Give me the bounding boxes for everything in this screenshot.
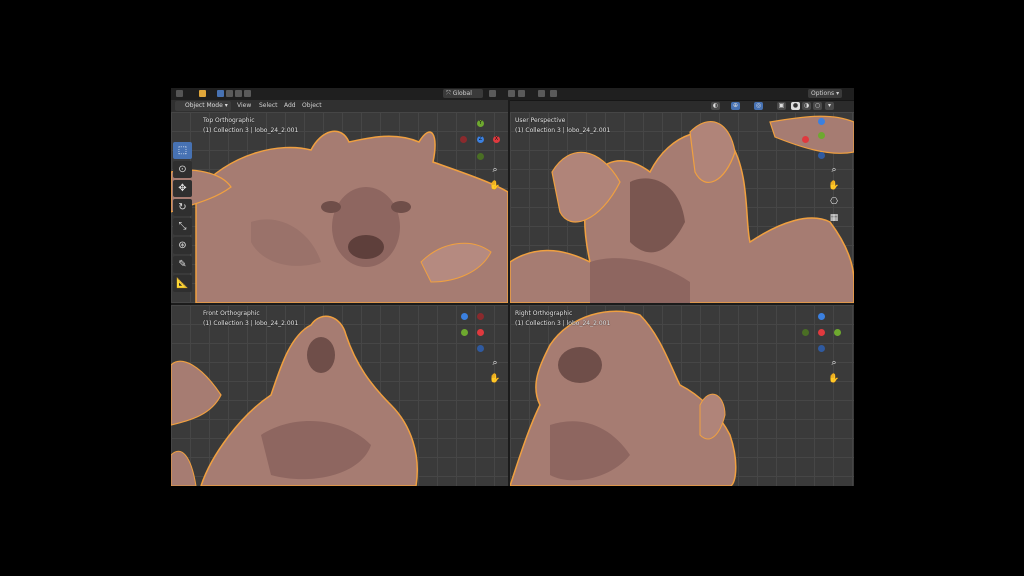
- transform-orientation-dropdown[interactable]: ⤧ Global: [443, 89, 483, 98]
- gizmo-neg-z-axis[interactable]: [818, 345, 825, 352]
- scale-icon[interactable]: ⤡: [173, 218, 192, 235]
- measure-icon[interactable]: 📐: [173, 275, 192, 292]
- gizmo-neg-x-axis[interactable]: [477, 313, 484, 320]
- zoom-icon[interactable]: ⌕: [489, 164, 501, 176]
- viewport-user-perspective[interactable]: User Perspective (1) Collection 3 | lobo…: [510, 112, 854, 303]
- viewport-view-label: Front Orthographic: [203, 310, 260, 317]
- gizmo-x-axis[interactable]: [818, 329, 825, 336]
- viewport-collection-label: (1) Collection 3 | lobo_24_2.001: [203, 320, 299, 327]
- viewport-right-orthographic[interactable]: Right Orthographic (1) Collection 3 | lo…: [510, 305, 854, 486]
- tool-shelf: ⬚ ⊙ ✥ ↻ ⤡ ⊛ ✎ 📐: [173, 142, 194, 294]
- gizmo-neg-x-axis[interactable]: [460, 136, 467, 143]
- viewport-top-orthographic[interactable]: Top Orthographic (1) Collection 3 | lobo…: [171, 112, 508, 303]
- visibility-icon[interactable]: ◐: [711, 102, 720, 110]
- solid-shading-icon[interactable]: ●: [791, 102, 800, 110]
- grid-icon[interactable]: ▦: [828, 212, 840, 224]
- invert-selection-icon[interactable]: [244, 90, 251, 97]
- proportional-edit-icon[interactable]: [538, 90, 545, 97]
- gizmo-x-axis[interactable]: [802, 136, 809, 143]
- viewport-view-label: Top Orthographic: [203, 117, 255, 124]
- gizmo-neg-z-axis[interactable]: [477, 345, 484, 352]
- zoom-icon[interactable]: ⌕: [828, 357, 840, 369]
- rotate-icon[interactable]: ↻: [173, 199, 192, 216]
- editor-type-icon[interactable]: [176, 90, 183, 97]
- pan-hand-icon[interactable]: ✋: [489, 180, 501, 192]
- viewport-collection-label: (1) Collection 3 | lobo_24_2.001: [203, 127, 299, 134]
- annotate-icon[interactable]: ✎: [173, 256, 192, 273]
- falloff-icon[interactable]: [550, 90, 557, 97]
- snap-target-icon[interactable]: [518, 90, 525, 97]
- gizmo-y-axis[interactable]: [818, 132, 825, 139]
- xray-icon[interactable]: ▣: [777, 102, 786, 110]
- gizmo-x-axis[interactable]: X: [493, 136, 500, 143]
- gizmo-neg-y-axis[interactable]: [802, 329, 809, 336]
- viewport-collection-label: (1) Collection 3 | lobo_24_2.001: [515, 320, 611, 327]
- pan-hand-icon[interactable]: ✋: [828, 180, 840, 192]
- pan-hand-icon[interactable]: ✋: [828, 373, 840, 385]
- menu-select[interactable]: Select: [257, 101, 280, 111]
- shading-options-icon[interactable]: ▾: [825, 102, 834, 110]
- gizmo-y-axis[interactable]: [461, 329, 468, 336]
- camera-icon[interactable]: ⎔: [828, 196, 840, 208]
- viewport-view-label: Right Orthographic: [515, 310, 573, 317]
- extend-selection-icon[interactable]: [226, 90, 233, 97]
- gizmo-neg-z-axis[interactable]: [818, 152, 825, 159]
- menu-add[interactable]: Add: [282, 101, 298, 111]
- viewport-collection-label: (1) Collection 3 | lobo_24_2.001: [515, 127, 611, 134]
- transform-icon[interactable]: ⊛: [173, 237, 192, 254]
- zoom-icon[interactable]: ⌕: [828, 164, 840, 176]
- orientation-icon: ⤧: [446, 90, 451, 97]
- gizmo-toggle-icon[interactable]: ⊕: [731, 102, 740, 110]
- gizmo-y-axis[interactable]: Y: [477, 120, 484, 127]
- zoom-icon[interactable]: ⌕: [489, 357, 501, 369]
- cursor-icon[interactable]: ⊙: [173, 161, 192, 178]
- move-icon[interactable]: ✥: [173, 180, 192, 197]
- subtract-selection-icon[interactable]: [235, 90, 242, 97]
- gizmo-x-axis[interactable]: [477, 329, 484, 336]
- blender-window: ⤧ Global Options ▾ Object Mode ▾ View Se…: [171, 88, 854, 486]
- gizmo-z-axis[interactable]: [818, 313, 825, 320]
- mode-dropdown[interactable]: Object Mode ▾: [175, 101, 231, 111]
- gizmo-y-axis[interactable]: [834, 329, 841, 336]
- viewport-view-label: User Perspective: [515, 117, 566, 124]
- menu-object[interactable]: Object: [300, 101, 324, 111]
- select-box-icon[interactable]: ⬚: [173, 142, 192, 159]
- rendered-shading-icon[interactable]: ○: [813, 102, 822, 110]
- pivot-icon[interactable]: [489, 90, 496, 97]
- gizmo-neg-y-axis[interactable]: [477, 153, 484, 160]
- pan-hand-icon[interactable]: ✋: [489, 373, 501, 385]
- model-render: [171, 130, 508, 303]
- options-dropdown[interactable]: Options ▾: [808, 89, 842, 98]
- viewport-front-orthographic[interactable]: Front Orthographic (1) Collection 3 | lo…: [171, 305, 508, 486]
- viewport-divider-horizontal[interactable]: [171, 303, 854, 305]
- gizmo-z-axis[interactable]: Z: [477, 136, 484, 143]
- viewport-divider-vertical[interactable]: [508, 100, 510, 486]
- new-selection-icon[interactable]: [217, 90, 224, 97]
- select-mode-icon[interactable]: [199, 90, 206, 97]
- overlay-toggle-icon[interactable]: ◎: [754, 102, 763, 110]
- model-render: [171, 315, 418, 486]
- menu-view[interactable]: View: [235, 101, 253, 111]
- gizmo-z-axis[interactable]: [818, 118, 825, 125]
- gizmo-z-axis[interactable]: [461, 313, 468, 320]
- snap-icon[interactable]: [508, 90, 515, 97]
- material-shading-icon[interactable]: ◑: [802, 102, 811, 110]
